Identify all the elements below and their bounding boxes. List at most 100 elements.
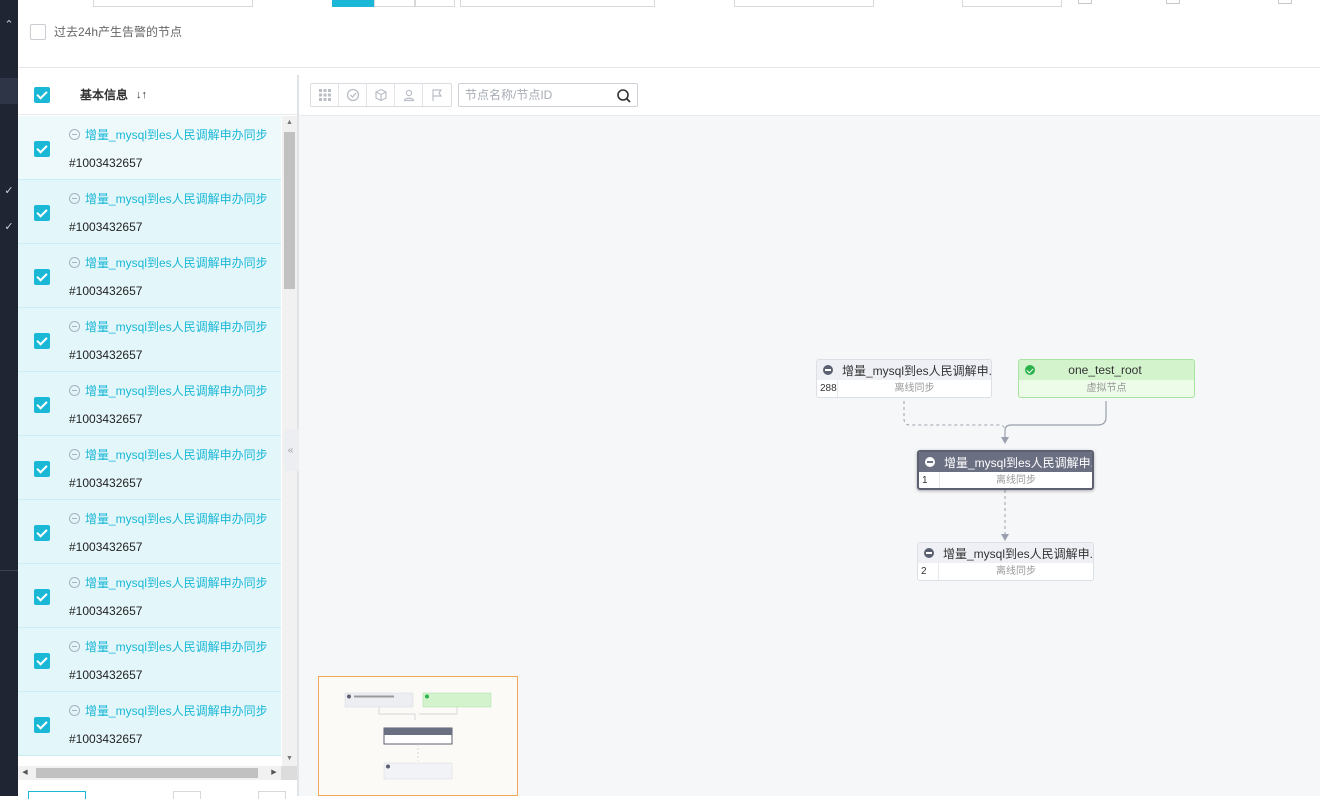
list-header-title: 基本信息	[80, 88, 129, 102]
node-status-icon	[823, 365, 833, 375]
node-name[interactable]: 增量_mysql到es人民调解申办同步	[85, 318, 268, 335]
node-id: #1003432657	[69, 732, 143, 746]
list-item[interactable]: 增量_mysql到es人民调解申办同步 #1003432657	[18, 692, 281, 756]
row-checkbox[interactable]	[34, 269, 50, 285]
node-name-link[interactable]: 增量_mysql到es人民调解申办同步	[69, 318, 268, 335]
horizontal-scrollbar[interactable]: ◀ ▶	[18, 766, 281, 780]
dag-node-upstream[interactable]: 增量_mysql到es人民调解申... 288 离线同步	[816, 359, 992, 398]
node-name-link[interactable]: 增量_mysql到es人民调解申办同步	[69, 190, 268, 207]
chevron-double-left-icon[interactable]: «	[288, 445, 294, 456]
filter-select[interactable]	[93, 0, 253, 7]
node-name-link[interactable]: 增量_mysql到es人民调解申办同步	[69, 254, 268, 271]
scrollbar-thumb[interactable]	[284, 132, 295, 289]
dag-node-downstream[interactable]: 增量_mysql到es人民调解申... 2 离线同步	[917, 542, 1094, 581]
node-name[interactable]: 增量_mysql到es人民调解申办同步	[85, 254, 268, 271]
scroll-up-icon[interactable]: ▲	[282, 116, 297, 130]
list-item[interactable]: 增量_mysql到es人民调解申办同步 #1003432657	[18, 372, 281, 436]
filter-checkbox[interactable]	[1166, 0, 1180, 4]
filter-checkbox[interactable]	[1278, 0, 1292, 4]
row-checkbox[interactable]	[34, 717, 50, 733]
row-checkbox[interactable]	[34, 653, 50, 669]
select-all-checkbox[interactable]	[34, 86, 50, 103]
node-name-link[interactable]: 增量_mysql到es人民调解申办同步	[69, 638, 268, 655]
alert-24h-filter[interactable]: 过去24h产生告警的节点	[30, 23, 182, 40]
node-title: 增量_mysql到es人民调解申...	[944, 455, 1092, 470]
dag-node-root[interactable]: one_test_root 虚拟节点	[1018, 359, 1195, 398]
node-name[interactable]: 增量_mysql到es人民调解申办同步	[85, 510, 268, 527]
node-name-link[interactable]: 增量_mysql到es人民调解申办同步	[69, 574, 268, 591]
list-item[interactable]: 增量_mysql到es人民调解申办同步 #1003432657	[18, 500, 281, 564]
node-id: #1003432657	[69, 284, 143, 298]
minimap[interactable]	[318, 676, 518, 796]
filter-select-type[interactable]	[962, 0, 1062, 7]
list-header: 基本信息 ↓↑	[18, 75, 297, 115]
filter-checkbox[interactable]	[1078, 0, 1092, 4]
node-name[interactable]: 增量_mysql到es人民调解申办同步	[85, 574, 268, 591]
node-name[interactable]: 增量_mysql到es人民调解申办同步	[85, 190, 268, 207]
list-item[interactable]: 增量_mysql到es人民调解申办同步 #1003432657	[18, 628, 281, 692]
filter-segment-1[interactable]	[332, 0, 374, 7]
node-name-link[interactable]: 增量_mysql到es人民调解申办同步	[69, 702, 268, 719]
row-checkbox[interactable]	[34, 205, 50, 221]
minus-circle-icon	[69, 449, 80, 460]
minus-circle-icon	[69, 193, 80, 204]
node-name-link[interactable]: 增量_mysql到es人民调解申办同步	[69, 126, 268, 143]
scroll-down-icon[interactable]: ▼	[282, 752, 297, 766]
side-nav-divider	[0, 570, 18, 571]
chevron-up-icon[interactable]: ⌃	[0, 18, 18, 31]
scrollbar-thumb[interactable]	[36, 768, 258, 778]
list-item[interactable]: 增量_mysql到es人民调解申办同步 #1003432657	[18, 308, 281, 372]
node-type: 离线同步	[996, 475, 1036, 486]
minus-circle-icon	[69, 641, 80, 652]
pagination-button[interactable]	[258, 791, 286, 799]
filter-segment-2[interactable]	[374, 0, 415, 7]
list-item[interactable]: 增量_mysql到es人民调解申办同步 #1003432657	[18, 244, 281, 308]
filter-select-owner[interactable]	[734, 0, 874, 7]
list-item[interactable]: 增量_mysql到es人民调解申办同步 #1003432657	[18, 436, 281, 500]
row-checkbox[interactable]	[34, 461, 50, 477]
success-icon	[1025, 365, 1035, 375]
node-name[interactable]: 增量_mysql到es人民调解申办同步	[85, 638, 268, 655]
node-type: 离线同步	[996, 566, 1036, 577]
node-name[interactable]: 增量_mysql到es人民调解申办同步	[85, 446, 268, 463]
filter-segment-3[interactable]	[415, 0, 455, 7]
node-type: 离线同步	[894, 383, 935, 394]
scroll-right-icon[interactable]: ▶	[267, 766, 281, 780]
node-name-link[interactable]: 增量_mysql到es人民调解申办同步	[69, 382, 268, 399]
list-item[interactable]: 增量_mysql到es人民调解申办同步 #1003432657	[18, 180, 281, 244]
node-name[interactable]: 增量_mysql到es人民调解申办同步	[85, 382, 268, 399]
alert-24h-checkbox[interactable]	[30, 23, 46, 40]
list-item[interactable]: 增量_mysql到es人民调解申办同步 #1003432657	[18, 564, 281, 628]
node-id: #1003432657	[69, 348, 143, 362]
check-icon: ✓	[4, 221, 14, 233]
list-item[interactable]: 增量_mysql到es人民调解申办同步 #1003432657	[18, 116, 281, 180]
row-checkbox[interactable]	[34, 397, 50, 413]
node-name-link[interactable]: 增量_mysql到es人民调解申办同步	[69, 510, 268, 527]
scroll-left-icon[interactable]: ◀	[18, 766, 32, 780]
node-count: 2	[918, 563, 939, 580]
node-list: 增量_mysql到es人民调解申办同步 #1003432657 增量_mysql到e…	[18, 116, 281, 766]
node-name[interactable]: 增量_mysql到es人民调解申办同步	[85, 702, 268, 719]
node-id: #1003432657	[69, 156, 143, 170]
node-name[interactable]: 增量_mysql到es人民调解申办同步	[85, 126, 268, 143]
side-nav-strip: ⌃ ✓ ✓	[0, 0, 18, 796]
scrollbar-corner	[281, 766, 297, 780]
minus-circle-icon	[69, 321, 80, 332]
dag-node-current[interactable]: 增量_mysql到es人民调解申... 1 离线同步	[917, 450, 1094, 490]
row-checkbox[interactable]	[34, 141, 50, 157]
node-id: #1003432657	[69, 476, 143, 490]
minus-circle-icon	[69, 513, 80, 524]
dag-canvas[interactable]: 增量_mysql到es人民调解申... 288 离线同步 one_test_roo…	[299, 75, 1320, 796]
node-id: #1003432657	[69, 668, 143, 682]
side-nav-active-item[interactable]	[0, 78, 18, 104]
sort-icon[interactable]: ↓↑	[136, 89, 147, 101]
pagination-button[interactable]	[28, 791, 86, 799]
pagination-button[interactable]	[173, 791, 201, 799]
row-checkbox[interactable]	[34, 525, 50, 541]
node-type: 虚拟节点	[1086, 383, 1127, 394]
date-range-input[interactable]	[460, 0, 655, 7]
minus-circle-icon	[69, 257, 80, 268]
row-checkbox[interactable]	[34, 333, 50, 349]
node-name-link[interactable]: 增量_mysql到es人民调解申办同步	[69, 446, 268, 463]
row-checkbox[interactable]	[34, 589, 50, 605]
